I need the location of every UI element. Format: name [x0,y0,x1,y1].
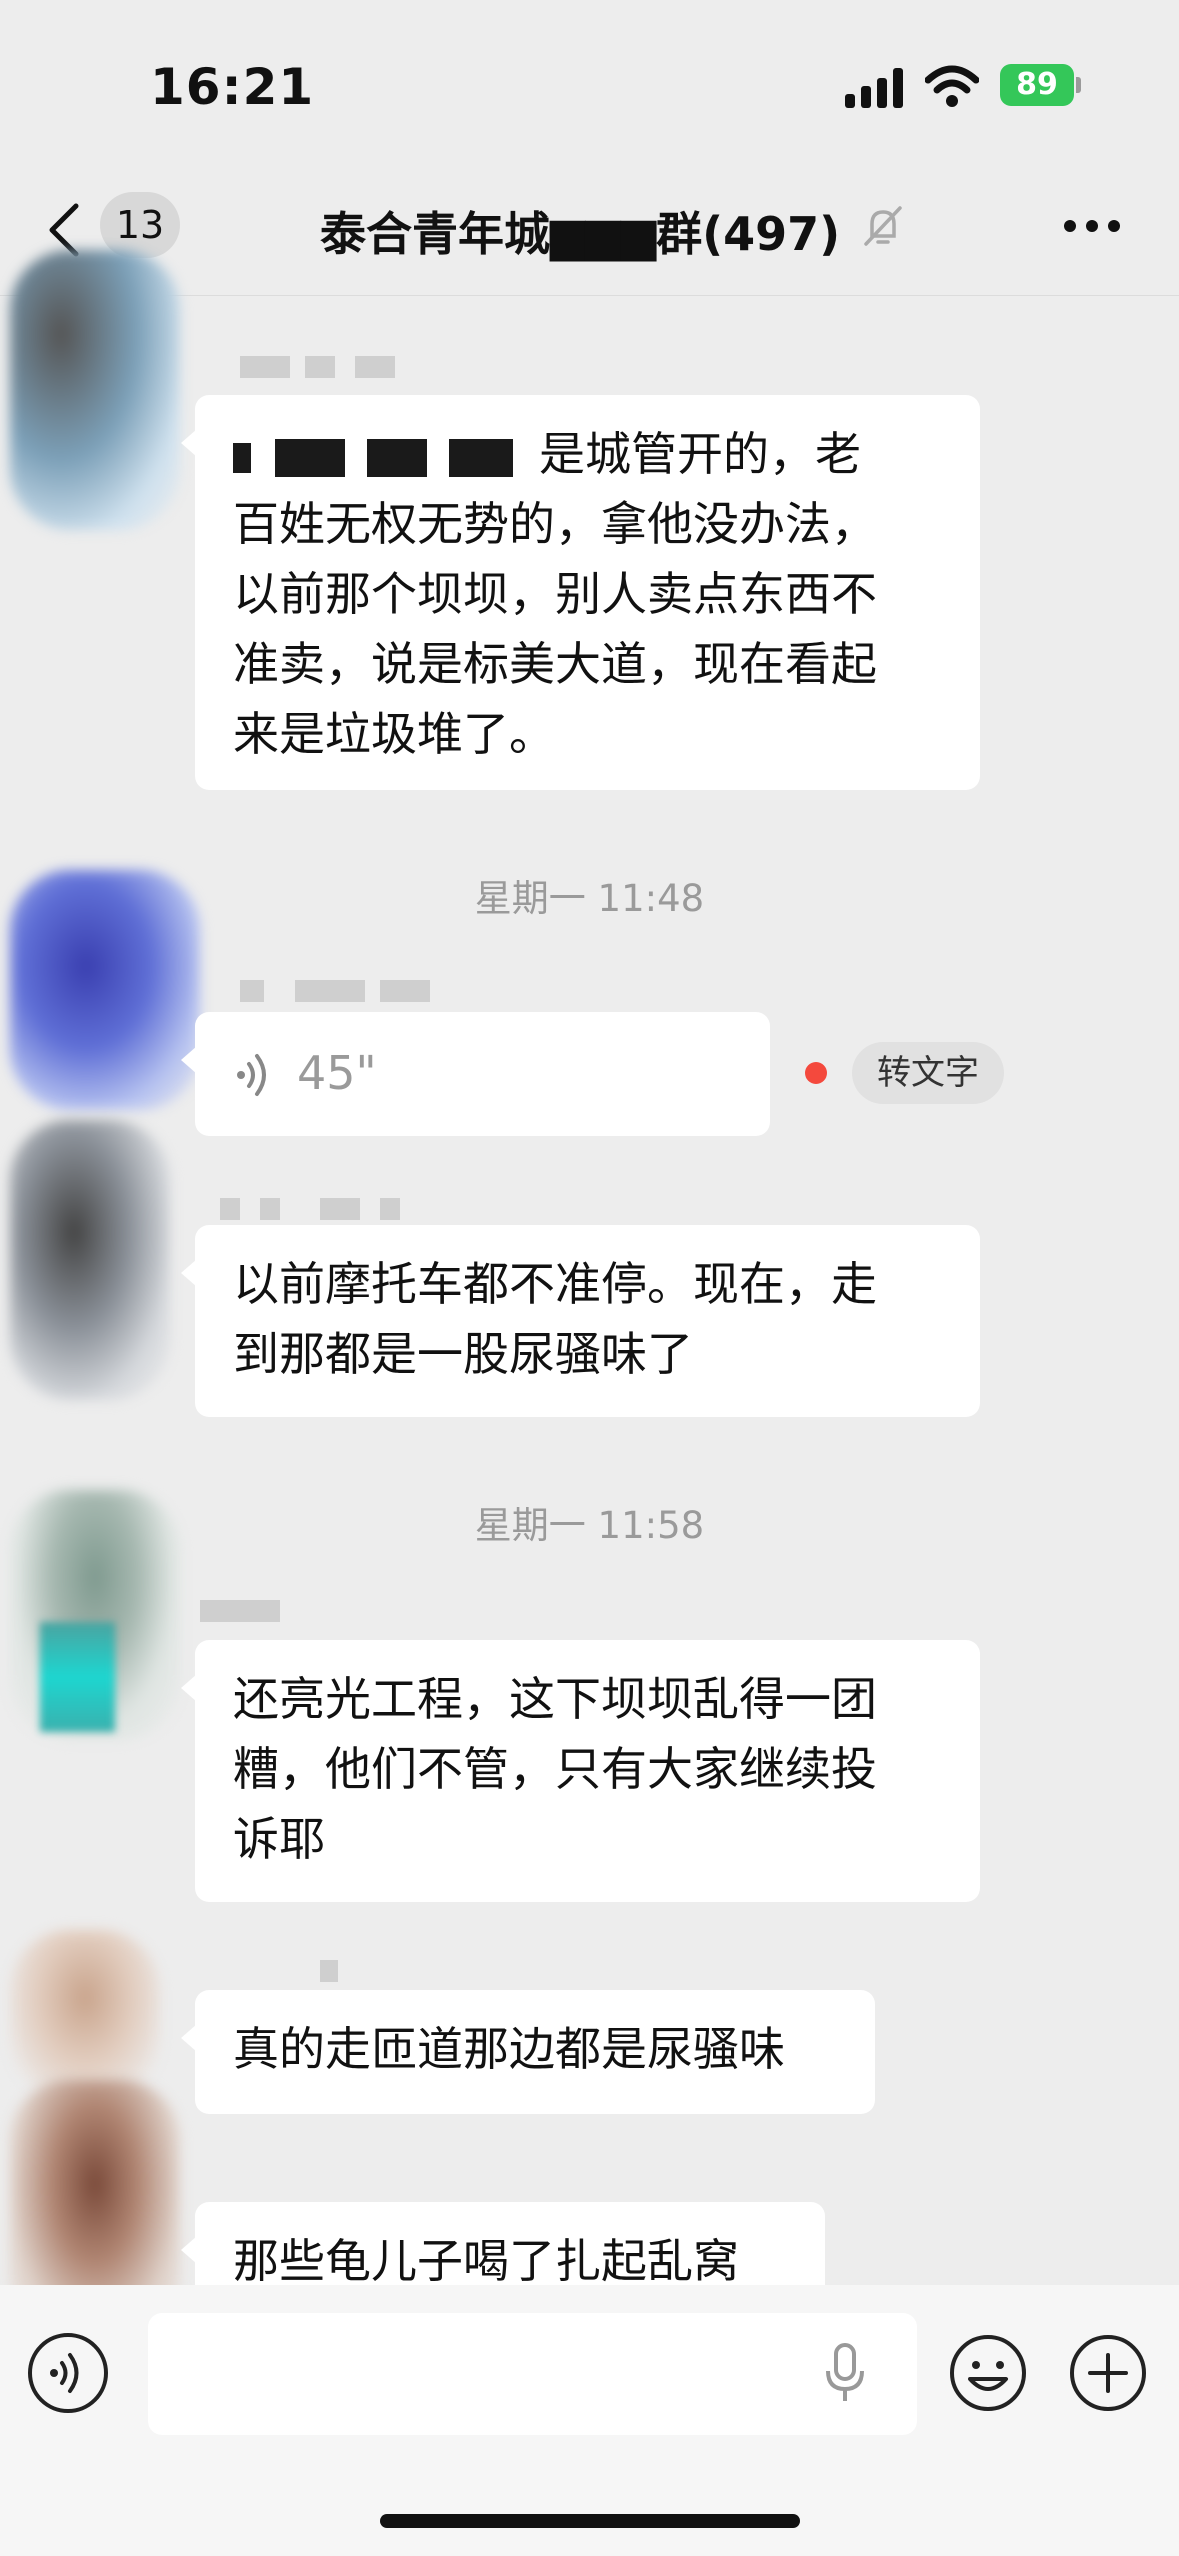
redacted-name [449,438,513,477]
message-bubble[interactable]: 真的走匝道那边都是尿骚味 [181,1990,875,2114]
plus-icon[interactable] [1068,2333,1148,2413]
avatar[interactable] [10,1120,170,1400]
voice-duration: 45" [297,1046,377,1100]
message-text: 是城管开的，老 [539,427,861,481]
status-bar: 16:21 89 [0,0,1179,180]
unread-count-badge[interactable]: 13 [100,192,180,258]
message-line: 还亮光工程，这下坝坝乱得一团 [233,1672,877,1726]
voice-wave-icon [50,2353,79,2393]
message-line: 是城管开的，老 [233,419,940,489]
status-time: 16:21 [150,58,315,116]
message-line: 糟，他们不管，只有大家继续投 [233,1742,877,1796]
voice-wave-icon [237,1054,266,1096]
unplayed-indicator [805,1062,827,1084]
message-bubble[interactable]: 以前摩托车都不准停。现在，走 到那都是一股尿骚味了 [181,1225,980,1417]
message-line: 准卖，说是标美大道，现在看起 [233,637,877,691]
battery-level: 89 [1000,64,1074,106]
home-indicator [380,2514,800,2528]
avatar[interactable] [10,1930,160,2100]
redacted-name [233,442,251,473]
message-line: 以前摩托车都不准停。现在，走 [233,1257,877,1311]
message-line: 以前那个坝坝，别人卖点东西不 [233,567,877,621]
mute-icon [864,206,902,246]
voice-message-bubble[interactable]: 45" [181,1012,770,1136]
message-line: 百姓无权无势的，拿他没办法， [233,497,877,551]
voice-toggle-button[interactable] [28,2333,108,2413]
chat-title[interactable]: 泰合青年城▆▆▆群(497) [320,198,840,264]
wifi-icon [925,65,979,107]
message-line: 来是垃圾堆了。 [233,707,555,761]
message-line: 诉耶 [233,1812,325,1866]
message-line: 真的走匝道那边都是尿骚味 [233,2022,785,2076]
avatar[interactable] [10,250,180,530]
redacted-name [367,438,427,477]
message-line: 到那都是一股尿骚味了 [233,1327,693,1381]
message-bubble[interactable]: 是城管开的，老 百姓无权无势的，拿他没办法， 以前那个坝坝，别人卖点东西不 准卖… [181,395,980,790]
avatar[interactable] [10,870,200,1110]
redacted-name [275,438,345,477]
emoji-icon[interactable] [948,2333,1028,2413]
message-bubble[interactable]: 还亮光工程，这下坝坝乱得一团 糟，他们不管，只有大家继续投 诉耶 [181,1640,980,1902]
message-input[interactable] [148,2313,917,2435]
more-icon[interactable] [1064,220,1124,236]
transcribe-button[interactable]: 转文字 [852,1042,1004,1104]
avatar-accent [40,1622,115,1732]
battery-icon [1076,77,1081,93]
chat-header: 13 泰合青年城▆▆▆群(497) [0,180,1179,296]
cellular-signal-icon [845,68,907,108]
mic-icon[interactable] [822,2341,868,2407]
